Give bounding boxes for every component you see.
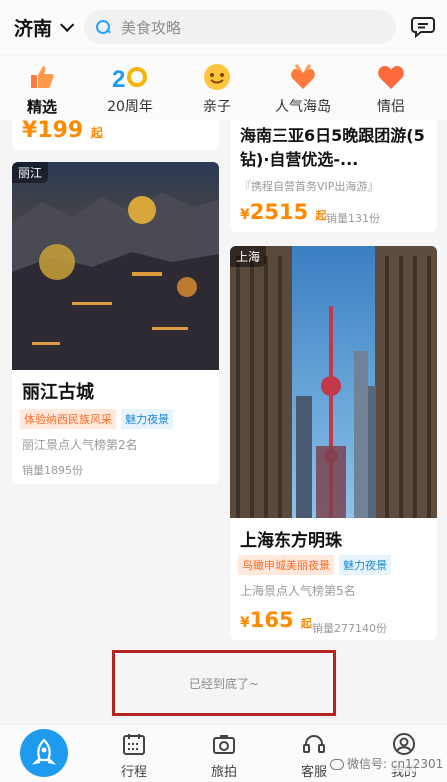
product-subtitle: 『携程自营首务VIP出海游』 xyxy=(240,180,379,193)
price-symbol: ¥ xyxy=(240,207,250,223)
tab-label: 20周年 xyxy=(107,99,153,115)
headset-icon xyxy=(303,735,325,753)
home-rocket-button[interactable] xyxy=(20,729,68,777)
product-price: 2515 xyxy=(249,200,309,224)
user-icon xyxy=(393,733,415,755)
end-of-list-text: 已经到底了~ xyxy=(188,676,260,691)
tab-family[interactable]: 亲子 xyxy=(177,56,257,116)
price-unit: 起 xyxy=(315,209,327,222)
nav-itinerary[interactable]: 行程 xyxy=(104,733,164,780)
camera-icon xyxy=(213,735,235,754)
bottom-nav: 行程 旅拍 客服 我的 微信号: cn12301 xyxy=(0,724,447,782)
message-icon[interactable] xyxy=(411,16,435,38)
heart-icon xyxy=(376,62,406,92)
partial-product-card[interactable]: ¥199 起 xyxy=(12,120,219,150)
lijiang-attraction-card[interactable]: 丽江 丽江古城 体验纳西民族风采 魅力夜景 丽江景点人气榜第2名 销量1895份 xyxy=(12,162,219,484)
nav-label: 旅拍 xyxy=(210,765,237,780)
attraction-title: 丽江古城 xyxy=(22,382,94,403)
search-bar[interactable]: 美食攻略 xyxy=(84,10,396,44)
ranking-text: 丽江景点人气榜第2名 xyxy=(22,438,138,452)
tab-popular-islands[interactable]: 人气海岛 xyxy=(263,56,343,116)
city-name: 济南 xyxy=(14,17,53,40)
price-unit: 起 xyxy=(90,126,103,140)
nav-label: 行程 xyxy=(120,765,147,780)
tab-label: 人气海岛 xyxy=(275,99,331,115)
lijiang-photo xyxy=(12,162,219,370)
price-symbol: ¥ xyxy=(22,120,38,143)
heart-hands-icon xyxy=(288,62,318,92)
price-symbol: ¥ xyxy=(240,615,250,631)
price-unit: 起 xyxy=(300,617,312,630)
category-tabs: 精选 2 20周年 亲子 人气海岛 情侣 xyxy=(0,56,447,123)
shanghai-attraction-card[interactable]: 上海 上海东方明珠 鸟瞰申城美丽夜景 魅力夜景 上海景点人气榜第5名 ¥165 … xyxy=(230,246,437,640)
attraction-title: 上海东方明珠 xyxy=(240,531,342,551)
end-of-list-message: 已经到底了~ xyxy=(112,650,336,716)
feature-tag: 魅力夜景 xyxy=(121,409,174,429)
location-badge: 丽江 xyxy=(12,162,49,183)
search-placeholder: 美食攻略 xyxy=(121,18,182,37)
feature-tag: 体验纳西民族风采 xyxy=(20,409,116,429)
ranking-text: 上海景点人气榜第5名 xyxy=(240,584,356,598)
rocket-icon xyxy=(31,738,57,765)
sales-count: 销量277140份 xyxy=(312,622,387,635)
location-badge: 上海 xyxy=(230,246,267,267)
product-price: 199 xyxy=(37,120,84,143)
anniversary-20-icon: 2 xyxy=(110,62,150,93)
feature-tag: 魅力夜景 xyxy=(339,555,392,575)
feature-tag: 鸟瞰申城美丽夜景 xyxy=(238,555,334,575)
tab-anniversary[interactable]: 2 20周年 xyxy=(90,56,170,116)
thumbs-up-icon xyxy=(27,62,57,92)
svg-text:2: 2 xyxy=(112,66,125,92)
smiley-face-icon xyxy=(202,62,232,92)
city-selector[interactable]: 济南 xyxy=(14,14,75,41)
tab-label: 精选 xyxy=(26,98,57,116)
product-price: 165 xyxy=(249,608,294,632)
chevron-down-icon xyxy=(60,17,75,32)
tab-label: 情侣 xyxy=(377,99,405,115)
search-icon xyxy=(96,19,111,35)
sales-count: 销量1895份 xyxy=(22,464,83,477)
watermark-text: 微信号: cn12301 xyxy=(347,757,444,771)
top-bar: 济南 美食攻略 xyxy=(0,0,447,54)
tab-featured[interactable]: 精选 xyxy=(2,56,82,123)
shanghai-photo xyxy=(230,246,437,518)
tab-couples[interactable]: 情侣 xyxy=(351,56,431,116)
tab-label: 亲子 xyxy=(203,99,231,115)
product-title: 海南三亚6日5晚跟团游(5钻)·自营优选-... xyxy=(240,126,425,169)
nav-travel-photo[interactable]: 旅拍 xyxy=(194,733,254,780)
calendar-icon xyxy=(123,734,145,755)
wechat-icon xyxy=(330,759,344,770)
watermark: 微信号: cn12301 xyxy=(328,755,446,772)
hainan-tour-card[interactable]: 海南三亚6日5晚跟团游(5钻)·自营优选-... 『携程自营首务VIP出海游』 … xyxy=(230,120,437,232)
sales-count: 销量131份 xyxy=(326,212,380,225)
